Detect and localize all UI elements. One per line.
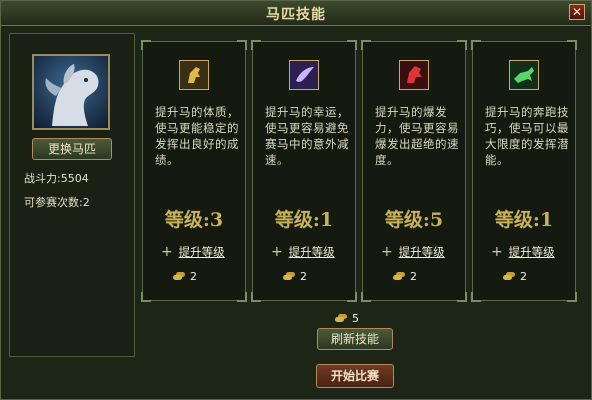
skill-level: 等级:1 (494, 209, 554, 231)
horse-portrait-icon (45, 64, 99, 126)
cost-value: 2 (300, 270, 307, 283)
upgrade-row: + 提升等级 (161, 244, 241, 260)
close-icon: ✕ (571, 5, 583, 19)
window-title: 马匹技能 (266, 7, 326, 23)
coin-icon (335, 316, 344, 322)
refresh-cost-value: 5 (352, 312, 359, 325)
skill-card: 提升马的奔跑技巧，使马可以最大限度的发挥潜能。 等级:1 + 提升等级 2 (471, 40, 577, 302)
upgrade-cost: 2 (173, 270, 197, 283)
combat-power: 战斗力:5504 (24, 172, 89, 185)
close-button[interactable]: ✕ (569, 4, 585, 20)
fire-horse-icon (399, 60, 429, 90)
horse-portrait (32, 54, 110, 130)
plus-icon: + (161, 244, 173, 260)
plus-icon: + (271, 244, 283, 260)
skill-card: 提升马的爆发力，使马更容易爆发出超绝的速度。 等级:5 + 提升等级 2 (361, 40, 467, 302)
skill-description: 提升马的体质，使马更能稳定的发挥出良好的成绩。 (155, 105, 239, 167)
cost-value: 2 (520, 270, 527, 283)
plus-icon: + (381, 244, 393, 260)
running-horse-icon (509, 60, 539, 90)
skill-level: 等级:5 (384, 209, 444, 231)
cost-value: 2 (190, 270, 197, 283)
start-race-button[interactable]: 开始比赛 (316, 364, 394, 388)
coin-icon (393, 274, 402, 280)
skill-description: 提升马的爆发力，使马更容易爆发出超绝的速度。 (375, 105, 459, 167)
skill-card: 提升马的幸运，使马更容易避免赛马中的意外减速。 等级:1 + 提升等级 2 (251, 40, 357, 302)
plus-icon: + (491, 244, 503, 260)
coin-icon (173, 274, 182, 280)
refresh-cost: 5 (335, 312, 359, 325)
coin-icon (283, 274, 292, 280)
upgrade-row: + 提升等级 (491, 244, 571, 260)
upgrade-level-link[interactable]: 提升等级 (289, 245, 335, 259)
cost-value: 2 (410, 270, 417, 283)
upgrade-row: + 提升等级 (271, 244, 351, 260)
refresh-skills-button[interactable]: 刷新技能 (317, 328, 393, 350)
upgrade-row: + 提升等级 (381, 244, 461, 260)
race-entries-remaining: 可参赛次数:2 (24, 196, 90, 209)
horse-skill-window: 马匹技能 ✕ 更换马匹 战斗力:5504 可参赛次数:2 提升马的体质，使马更能… (0, 0, 592, 400)
coin-icon (503, 274, 512, 280)
skill-level: 等级:3 (164, 209, 224, 231)
skill-description: 提升马的幸运，使马更容易避免赛马中的意外减速。 (265, 105, 349, 167)
title-bar: 马匹技能 ✕ (1, 1, 591, 26)
wing-icon (289, 60, 319, 90)
skill-card: 提升马的体质，使马更能稳定的发挥出良好的成绩。 等级:3 + 提升等级 2 (141, 40, 247, 302)
upgrade-level-link[interactable]: 提升等级 (399, 245, 445, 259)
horse-info-panel: 更换马匹 战斗力:5504 可参赛次数:2 (9, 33, 135, 357)
horse-head-icon (179, 60, 209, 90)
upgrade-level-link[interactable]: 提升等级 (509, 245, 555, 259)
upgrade-level-link[interactable]: 提升等级 (179, 245, 225, 259)
upgrade-cost: 2 (393, 270, 417, 283)
skill-level: 等级:1 (274, 209, 334, 231)
upgrade-cost: 2 (283, 270, 307, 283)
change-horse-button[interactable]: 更换马匹 (32, 138, 112, 160)
skill-description: 提升马的奔跑技巧，使马可以最大限度的发挥潜能。 (485, 105, 569, 167)
upgrade-cost: 2 (503, 270, 527, 283)
